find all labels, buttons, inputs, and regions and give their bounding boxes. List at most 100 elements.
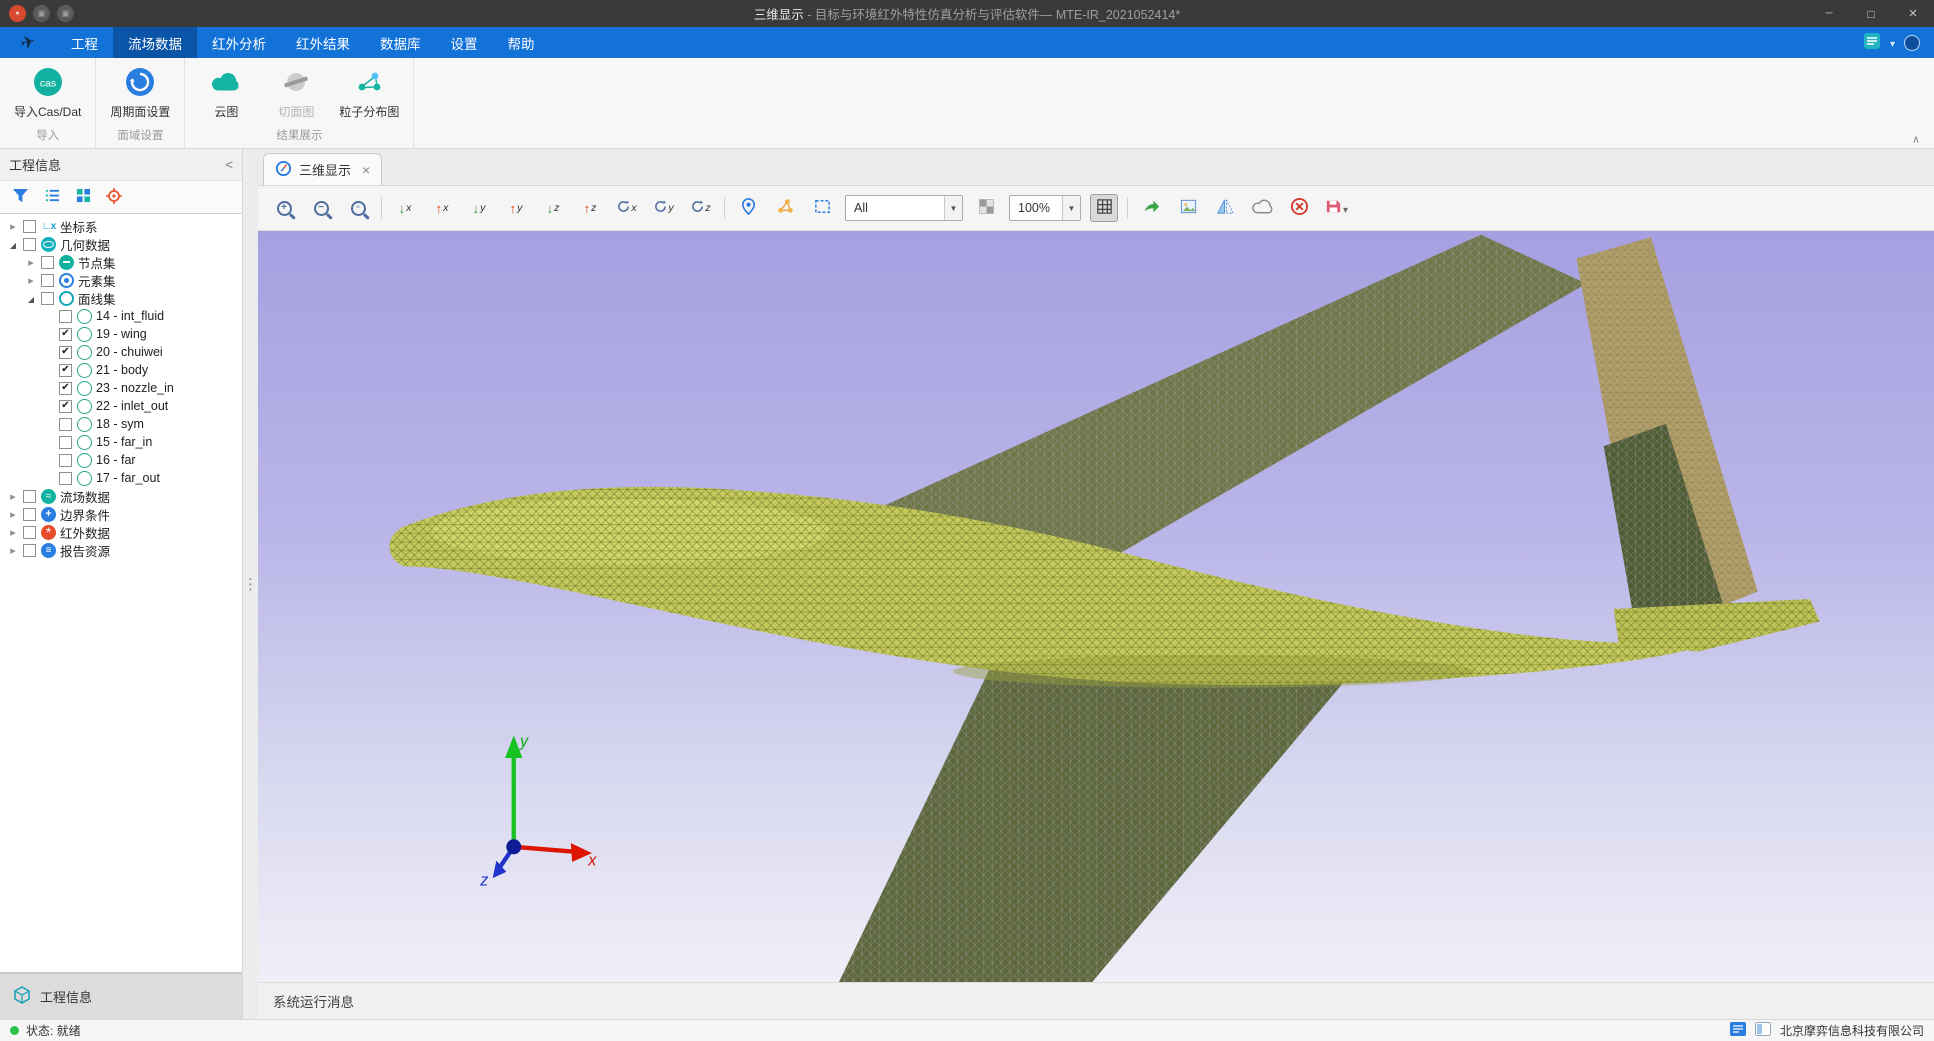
- cloud-compare-button[interactable]: [1248, 194, 1276, 222]
- tree-item-face-22[interactable]: 22 - inlet_out: [0, 397, 242, 415]
- tab-close-icon[interactable]: [362, 163, 370, 177]
- rotate-z-button[interactable]: z: [687, 194, 715, 222]
- box-select-button[interactable]: [808, 194, 836, 222]
- ribbon-button-particles[interactable]: 粒子分布图: [333, 62, 405, 120]
- tree-item-geometry-data[interactable]: 几何数据: [0, 235, 242, 253]
- tree-checkbox[interactable]: [59, 436, 72, 449]
- statusbar-console-icon[interactable]: [1730, 1022, 1746, 1039]
- zoom-in-button[interactable]: +: [270, 194, 298, 222]
- tree-checkbox[interactable]: [59, 310, 72, 323]
- menu-style-icon[interactable]: [1863, 32, 1881, 53]
- transparency-button[interactable]: [972, 194, 1000, 222]
- menu-item-3[interactable]: 红外分析: [197, 27, 281, 58]
- view-x-neg-button[interactable]: ↓x: [391, 194, 419, 222]
- tree-item-face-19[interactable]: 19 - wing: [0, 325, 242, 343]
- menu-item-5[interactable]: 数据库: [365, 27, 436, 58]
- tree-checkbox[interactable]: [23, 526, 36, 539]
- tree-expander-icon[interactable]: [6, 525, 20, 539]
- statusbar-layout-icon[interactable]: [1755, 1022, 1771, 1039]
- tree-expander-icon[interactable]: [6, 237, 20, 251]
- filter-button[interactable]: [12, 188, 29, 206]
- tree-item-coordinate-system[interactable]: 坐标系: [0, 217, 242, 235]
- menu-user-icon[interactable]: [1904, 35, 1920, 51]
- tree-checkbox[interactable]: [59, 400, 72, 413]
- zoom-level-dropdown[interactable]: 100%: [1009, 195, 1081, 221]
- save-view-button[interactable]: [1322, 194, 1350, 222]
- tree-checkbox[interactable]: [59, 454, 72, 467]
- tree-item-face-18[interactable]: 18 - sym: [0, 415, 242, 433]
- tree-item-face-23[interactable]: 23 - nozzle_in: [0, 379, 242, 397]
- tree-item-face-17[interactable]: 17 - far_out: [0, 469, 242, 487]
- tree-checkbox[interactable]: [23, 238, 36, 251]
- view-y-neg-button[interactable]: ↓y: [465, 194, 493, 222]
- tree-checkbox[interactable]: [59, 472, 72, 485]
- menu-item-6[interactable]: 设置: [436, 27, 493, 58]
- mirror-button[interactable]: [1211, 194, 1239, 222]
- viewport-3d[interactable]: y x z: [258, 231, 1934, 982]
- ribbon-collapse-button[interactable]: [1912, 133, 1920, 146]
- tree-checkbox[interactable]: [59, 328, 72, 341]
- export-view-button[interactable]: [1137, 194, 1165, 222]
- menu-item-7[interactable]: 帮助: [493, 27, 550, 58]
- tree-item-face-15[interactable]: 15 - far_in: [0, 433, 242, 451]
- tree-expander-icon[interactable]: [24, 255, 38, 269]
- minimize-button[interactable]: [1808, 0, 1850, 27]
- ribbon-button-cas[interactable]: cas导入Cas/Dat: [8, 62, 87, 120]
- dropdown-caret-icon[interactable]: [1062, 196, 1080, 220]
- close-button[interactable]: [1892, 0, 1934, 27]
- tree-item-face-14[interactable]: 14 - int_fluid: [0, 307, 242, 325]
- menu-item-1[interactable]: 工程: [56, 27, 113, 58]
- tree-checkbox[interactable]: [59, 418, 72, 431]
- grid-toggle-button[interactable]: [1090, 194, 1118, 222]
- show-nodes-button[interactable]: [771, 194, 799, 222]
- ribbon-button-cloudmap[interactable]: 云图: [193, 62, 259, 120]
- tree-checkbox[interactable]: [23, 508, 36, 521]
- rotate-x-button[interactable]: x: [613, 194, 641, 222]
- tree-item-face-20[interactable]: 20 - chuiwei: [0, 343, 242, 361]
- grid-view-button[interactable]: [76, 188, 91, 206]
- tree-checkbox[interactable]: [41, 256, 54, 269]
- tree-expander-icon[interactable]: [6, 489, 20, 503]
- panel-footer-tab[interactable]: 工程信息: [0, 973, 242, 1019]
- tree-expander-icon[interactable]: [24, 273, 38, 287]
- tree-item-report-resources[interactable]: 报告资源: [0, 541, 242, 559]
- zoom-extent-button[interactable]: ▫: [344, 194, 372, 222]
- tree-checkbox[interactable]: [59, 346, 72, 359]
- view-x-pos-button[interactable]: ↑x: [428, 194, 456, 222]
- tree-checkbox[interactable]: [59, 382, 72, 395]
- view-z-neg-button[interactable]: ↓z: [539, 194, 567, 222]
- tree-item-flow-data[interactable]: 流场数据: [0, 487, 242, 505]
- tree-expander-icon[interactable]: [6, 507, 20, 521]
- panel-splitter[interactable]: [243, 149, 258, 1019]
- tree-item-face-21[interactable]: 21 - body: [0, 361, 242, 379]
- probe-location-button[interactable]: [734, 194, 762, 222]
- tab-3d-view[interactable]: 三维显示: [263, 153, 382, 185]
- tree-checkbox[interactable]: [41, 274, 54, 287]
- tree-item-face-set[interactable]: 面线集: [0, 289, 242, 307]
- ribbon-button-period[interactable]: 周期面设置: [104, 62, 176, 120]
- view-y-pos-button[interactable]: ↑y: [502, 194, 530, 222]
- panel-collapse-button[interactable]: [225, 157, 233, 172]
- view-z-pos-button[interactable]: ↑z: [576, 194, 604, 222]
- tree-checkbox[interactable]: [23, 544, 36, 557]
- display-filter-dropdown[interactable]: All: [845, 195, 963, 221]
- tree-item-boundary-conditions[interactable]: 边界条件: [0, 505, 242, 523]
- tree-item-infrared-data[interactable]: 红外数据: [0, 523, 242, 541]
- tree-item-node-set[interactable]: 节点集: [0, 253, 242, 271]
- zoom-out-button[interactable]: −: [307, 194, 335, 222]
- app-badge-1-icon[interactable]: [33, 5, 50, 22]
- tree-expander-icon[interactable]: [24, 291, 38, 305]
- locate-button[interactable]: [106, 188, 122, 207]
- tree-checkbox[interactable]: [23, 490, 36, 503]
- dropdown-caret-icon[interactable]: [944, 196, 962, 220]
- app-badge-2-icon[interactable]: [57, 5, 74, 22]
- tree-checkbox[interactable]: [23, 220, 36, 233]
- tree-item-face-16[interactable]: 16 - far: [0, 451, 242, 469]
- list-view-button[interactable]: [44, 188, 61, 206]
- maximize-button[interactable]: [1850, 0, 1892, 27]
- menu-item-2[interactable]: 流场数据: [113, 27, 197, 58]
- tree-item-element-set[interactable]: 元素集: [0, 271, 242, 289]
- snapshot-button[interactable]: [1174, 194, 1202, 222]
- tree-expander-icon[interactable]: [6, 543, 20, 557]
- tree-checkbox[interactable]: [41, 292, 54, 305]
